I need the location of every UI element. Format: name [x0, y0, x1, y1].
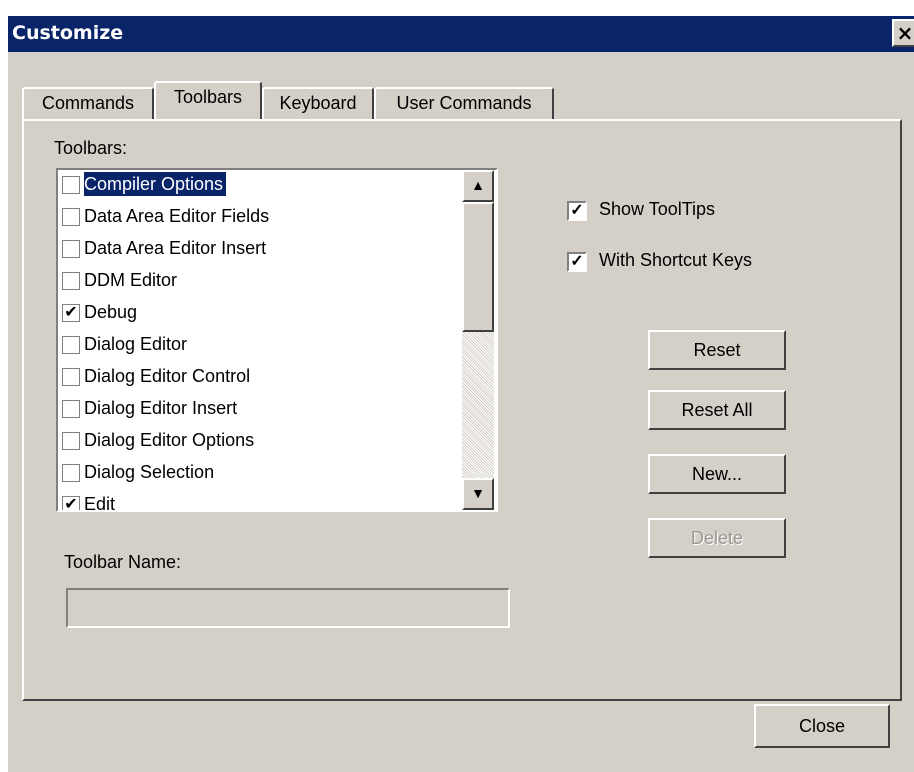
checkbox[interactable]: [62, 240, 80, 258]
list-item-label: Dialog Selection: [84, 462, 215, 482]
list-item-label: Dialog Editor Options: [84, 430, 255, 450]
list-item-label: Dialog Editor Control: [84, 366, 251, 386]
with-shortcut-keys-label: With Shortcut Keys: [599, 250, 753, 270]
list-item-label: Dialog Editor: [84, 334, 188, 354]
list-item-label: Dialog Editor Insert: [84, 398, 238, 418]
checkbox[interactable]: [62, 432, 80, 450]
list-item[interactable]: Dialog Editor Control: [58, 362, 458, 394]
tab-toolbars-label: Toolbars: [173, 87, 243, 107]
close-window-button[interactable]: ×: [892, 19, 914, 47]
tab-keyboard[interactable]: Keyboard: [262, 87, 374, 119]
tab-commands[interactable]: Commands: [22, 87, 154, 119]
show-tooltips-checkbox[interactable]: ✓: [567, 201, 587, 221]
checkbox[interactable]: [62, 176, 80, 194]
list-item[interactable]: Dialog Selection: [58, 458, 458, 490]
list-item[interactable]: Dialog Editor: [58, 330, 458, 362]
tab-keyboard-label: Keyboard: [279, 93, 357, 113]
checkbox[interactable]: [62, 208, 80, 226]
toolbar-name-label: Toolbar Name:: [64, 552, 182, 572]
tab-toolbars[interactable]: Toolbars: [154, 81, 262, 119]
reset-all-button-label: Reset All: [681, 400, 753, 420]
checkbox[interactable]: [62, 368, 80, 386]
toolbars-list-label: Toolbars:: [54, 138, 128, 158]
checkbox-checked[interactable]: ✔: [62, 496, 80, 510]
close-button[interactable]: Close: [754, 704, 890, 748]
title-bar[interactable]: Customize ×: [8, 16, 914, 52]
new-button[interactable]: New...: [648, 454, 786, 494]
triangle-down-icon: ▼: [471, 485, 485, 501]
tab-commands-label: Commands: [41, 93, 135, 113]
delete-button: Delete: [648, 518, 786, 558]
reset-button-label: Reset: [693, 340, 741, 360]
list-item-label: DDM Editor: [84, 270, 178, 290]
scroll-up-button[interactable]: ▲: [462, 170, 494, 202]
list-item[interactable]: Data Area Editor Fields: [58, 202, 458, 234]
vertical-scrollbar[interactable]: ▲ ▼: [462, 170, 494, 510]
show-tooltips-label: Show ToolTips: [599, 199, 716, 219]
list-item-label: Debug: [84, 302, 138, 322]
checkbox[interactable]: [62, 464, 80, 482]
list-item-label: Data Area Editor Insert: [84, 238, 267, 258]
reset-all-button[interactable]: Reset All: [648, 390, 786, 430]
checkbox[interactable]: [62, 400, 80, 418]
list-item[interactable]: ✔ Edit: [58, 490, 458, 510]
new-button-label: New...: [691, 464, 743, 484]
delete-button-label: Delete: [690, 528, 744, 548]
checkbox[interactable]: [62, 336, 80, 354]
list-item-label: Edit: [84, 494, 116, 510]
list-item[interactable]: DDM Editor: [58, 266, 458, 298]
tab-user-commands-label: User Commands: [396, 93, 532, 113]
scrollbar-thumb[interactable]: [462, 202, 494, 332]
list-item[interactable]: ✔ Debug: [58, 298, 458, 330]
toolbar-name-field[interactable]: [66, 588, 510, 628]
list-item[interactable]: Data Area Editor Insert: [58, 234, 458, 266]
triangle-up-icon: ▲: [471, 177, 485, 193]
list-item-label: Data Area Editor Fields: [84, 206, 270, 226]
list-item[interactable]: Dialog Editor Insert: [58, 394, 458, 426]
tab-user-commands[interactable]: User Commands: [374, 87, 554, 119]
list-item[interactable]: Compiler Options: [58, 170, 458, 202]
toolbars-listbox[interactable]: Compiler Options Data Area Editor Fields…: [56, 168, 498, 512]
checkbox[interactable]: [62, 272, 80, 290]
customize-dialog: Customize × Commands Toolbars Keyboard U…: [8, 16, 914, 772]
with-shortcut-keys-checkbox[interactable]: ✓: [567, 252, 587, 272]
close-button-label: Close: [798, 716, 846, 736]
list-item-label: Compiler Options: [84, 172, 227, 196]
scroll-down-button[interactable]: ▼: [462, 478, 494, 510]
list-item[interactable]: Dialog Editor Options: [58, 426, 458, 458]
dialog-title: Customize: [12, 22, 124, 44]
close-icon: ×: [896, 21, 914, 45]
reset-button[interactable]: Reset: [648, 330, 786, 370]
checkbox-checked[interactable]: ✔: [62, 304, 80, 322]
